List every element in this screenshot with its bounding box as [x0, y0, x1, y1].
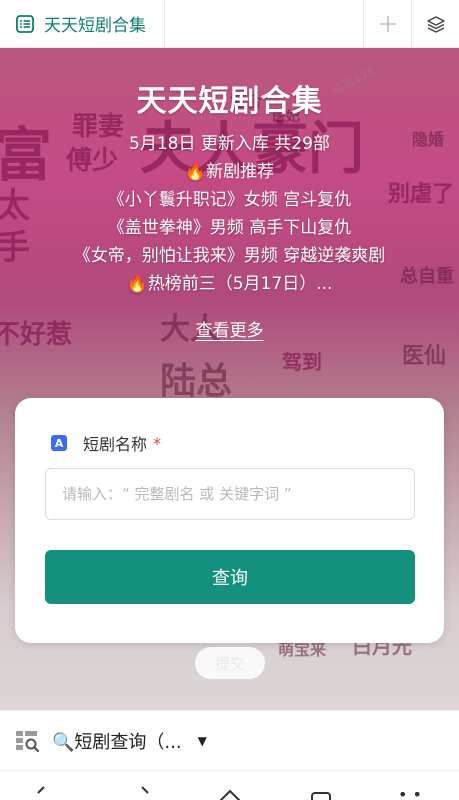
plus-icon: [379, 15, 396, 32]
phone-navigation-bar: • •: [0, 770, 459, 800]
bottom-bar: 🔍短剧查询（... ▼: [0, 710, 459, 770]
tab-spacer: [165, 0, 363, 48]
forward-chevron-icon[interactable]: [138, 785, 152, 799]
bg-word: 陆总: [160, 360, 233, 402]
list-icon: [16, 14, 34, 33]
hero-line: 《小丫鬟升职记》女频 宫斗复仇: [107, 190, 352, 210]
back-chevron-icon[interactable]: [34, 785, 48, 799]
bg-word: 驾到: [282, 350, 322, 374]
query-tab-label[interactable]: 🔍短剧查询（...: [52, 728, 182, 754]
view-more-link[interactable]: 查看更多: [196, 316, 264, 341]
chevron-down-icon[interactable]: ▼: [198, 734, 207, 748]
menu-dots-icon[interactable]: • •: [398, 785, 422, 800]
hero-line: 🔥热榜前三（5月17日）...: [126, 274, 333, 294]
search-table-icon: [16, 730, 40, 752]
top-tab-bar: 天天短剧合集: [0, 0, 459, 48]
bg-word: 医仙: [402, 343, 447, 369]
hero-line: 🔥新剧推荐: [184, 162, 275, 182]
query-form-card: A 短剧名称 * 查询: [15, 398, 444, 643]
add-tab-button[interactable]: [363, 0, 411, 48]
tabs-icon[interactable]: [310, 791, 332, 800]
submit-button[interactable]: 提交: [195, 647, 265, 679]
drama-name-input[interactable]: [45, 468, 415, 520]
layers-button[interactable]: [411, 0, 459, 48]
field-label: A 短剧名称 *: [51, 431, 161, 455]
hero-title: 天天短剧合集: [136, 84, 323, 119]
hero-line: 《女帝，别怕让我来》男频 穿越逆袭爽剧: [73, 246, 386, 266]
hero-line: 5月18日 更新入库 共29部: [129, 134, 330, 154]
hero-text: 天天短剧合集 5月18日 更新入库 共29部 🔥新剧推荐 《小丫鬟升职记》女频 …: [0, 48, 459, 341]
field-label-text: 短剧名称: [83, 435, 148, 454]
query-button[interactable]: 查询: [45, 550, 415, 604]
tab-form[interactable]: 天天短剧合集: [0, 0, 165, 48]
layers-icon: [426, 15, 445, 33]
required-mark: *: [153, 433, 162, 453]
hero-line: 《盖世拳神》男频 高手下山复仇: [107, 218, 352, 238]
text-field-icon: A: [51, 435, 67, 451]
tab-title: 天天短剧合集: [44, 16, 146, 36]
home-icon[interactable]: [218, 789, 242, 800]
